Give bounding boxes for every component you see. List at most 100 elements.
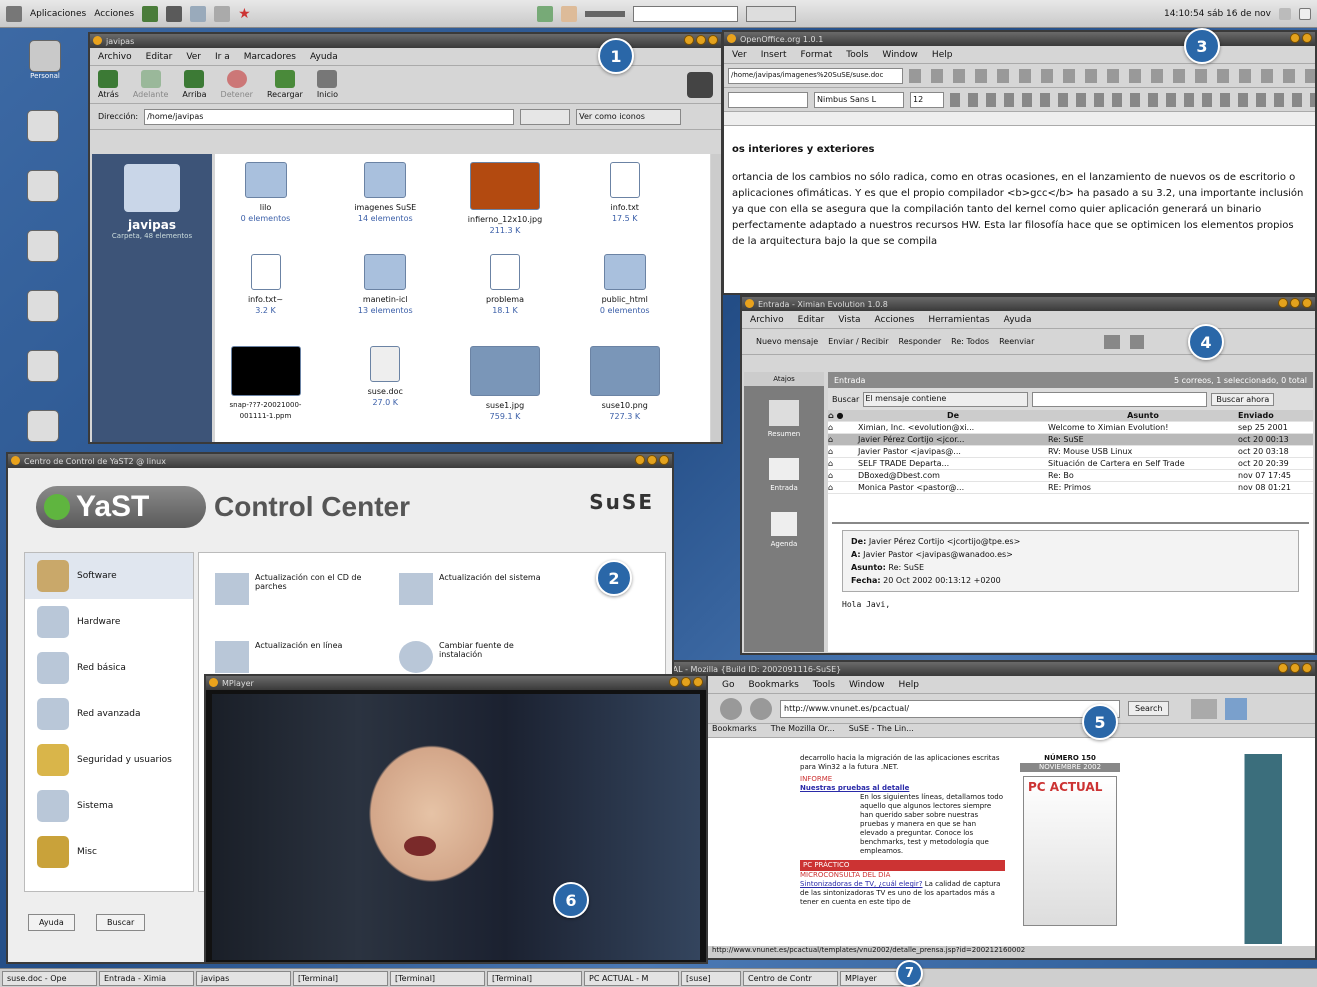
tools-launcher-icon[interactable]: [214, 5, 231, 22]
menu-insert[interactable]: Insert: [761, 50, 787, 60]
message-row[interactable]: ⌂ Monica Pastor <pastor@... RE: Primos nov …: [828, 482, 1313, 494]
view-mode-select[interactable]: Ver como iconos: [576, 108, 682, 125]
minimize-button[interactable]: [1290, 33, 1300, 43]
forward-button[interactable]: Adelante: [133, 70, 168, 99]
file-item[interactable]: info.txt~ 3.2 K: [223, 254, 308, 346]
font-size-select[interactable]: 12: [910, 91, 944, 108]
print-icon[interactable]: [1191, 698, 1218, 719]
menu-help[interactable]: Ayuda: [1004, 315, 1032, 325]
print-icon[interactable]: [1104, 334, 1121, 349]
menu-view[interactable]: Ver: [186, 52, 201, 62]
reply-all-button[interactable]: Re: Todos: [951, 337, 989, 346]
menu-view[interactable]: Ver: [732, 50, 747, 60]
message-row[interactable]: ⌂ DBoxed@Dbest.com Re: Bo nov 07 17:45: [828, 470, 1313, 482]
document-area[interactable]: os interiores y exteriores ortancia de l…: [724, 126, 1315, 266]
menu-tools[interactable]: Tools: [813, 680, 835, 690]
file-item[interactable]: infierno_12x10.jpg 211.3 K: [463, 162, 548, 254]
minimize-button[interactable]: [1278, 663, 1288, 673]
search-input[interactable]: [1032, 391, 1208, 407]
window-menu-icon[interactable]: [209, 678, 218, 687]
desktop-icon-cdrom[interactable]: [22, 110, 64, 150]
file-item[interactable]: problema 18.1 K: [463, 254, 548, 346]
close-button[interactable]: [708, 35, 718, 45]
sidebar-toggle-icon[interactable]: [1225, 697, 1248, 720]
panel-run-input[interactable]: [632, 5, 738, 22]
status-column-icon[interactable]: ⌂ ●: [828, 411, 858, 420]
minimize-button[interactable]: [1278, 298, 1288, 308]
file-item[interactable]: snap-??7-20021000-001111-1.ppm: [223, 346, 308, 438]
task-button[interactable]: [Terminal]: [390, 970, 485, 986]
zoom-control[interactable]: [520, 108, 571, 125]
menu-go[interactable]: Ir a: [215, 52, 230, 62]
task-button[interactable]: [Terminal]: [487, 970, 582, 986]
desktop-icon-cdrom[interactable]: [22, 410, 64, 450]
help-launcher-icon[interactable]: [190, 5, 207, 22]
file-item[interactable]: suse10.png 727.3 K: [582, 346, 667, 438]
reply-button[interactable]: Responder: [899, 337, 942, 346]
applications-menu[interactable]: Aplicaciones: [30, 9, 86, 19]
maximize-button[interactable]: [1290, 663, 1300, 673]
workspace-switcher[interactable]: [745, 5, 796, 22]
column-date[interactable]: Enviado: [1238, 411, 1308, 420]
module-online-cd-update[interactable]: Actualización con el CD de parches: [215, 573, 375, 605]
module-online-update[interactable]: Actualización en línea: [215, 641, 375, 673]
task-button[interactable]: PC ACTUAL - M: [584, 970, 679, 986]
minimize-button[interactable]: [635, 455, 645, 465]
category-basic-network[interactable]: Red básica: [25, 645, 193, 691]
stop-icon[interactable]: [750, 697, 772, 720]
search-button[interactable]: Buscar: [96, 914, 146, 931]
desktop-icon-home[interactable]: Personal: [24, 40, 66, 80]
forward-button[interactable]: Reenviar: [999, 337, 1034, 346]
maximize-button[interactable]: [696, 35, 706, 45]
advertisement-image[interactable]: [1132, 754, 1282, 944]
search-button[interactable]: Search: [1128, 701, 1170, 716]
star-launcher-icon[interactable]: ★: [238, 6, 251, 22]
menu-help[interactable]: Help: [898, 680, 919, 690]
file-item[interactable]: lilo 0 elementos: [223, 162, 308, 254]
category-misc[interactable]: Misc: [25, 829, 193, 875]
font-name-select[interactable]: Nimbus Sans L: [814, 91, 904, 108]
category-software[interactable]: Software: [25, 553, 193, 599]
magazine-cover-image[interactable]: PC ACTUAL: [1023, 776, 1117, 926]
maximize-button[interactable]: [647, 455, 657, 465]
message-row[interactable]: ⌂ Ximian, Inc. <evolution@xi... Welcome to…: [828, 422, 1313, 434]
article-link[interactable]: Nuestras pruebas al detalle: [800, 784, 1005, 793]
reload-icon[interactable]: [720, 697, 742, 720]
folder-name[interactable]: Entrada: [834, 376, 865, 385]
file-item[interactable]: manetin-icl 13 elementos: [343, 254, 428, 346]
menu-tools[interactable]: Tools: [846, 50, 868, 60]
yast-titlebar[interactable]: Centro de Control de YaST2 @ linux: [8, 454, 672, 468]
desktop-icon-cdrom[interactable]: [22, 290, 64, 330]
vertical-scrollbar[interactable]: [711, 154, 721, 442]
shortcut-inbox[interactable]: Entrada: [744, 458, 824, 492]
shortcuts-header[interactable]: Atajos: [744, 372, 824, 386]
menu-help[interactable]: Ayuda: [310, 52, 338, 62]
mail-launcher-icon[interactable]: [560, 5, 577, 22]
task-button[interactable]: Centro de Contr: [743, 970, 838, 986]
terminal-launcher-icon[interactable]: [142, 5, 159, 22]
category-advanced-network[interactable]: Red avanzada: [25, 691, 193, 737]
document-path-field[interactable]: /home/javipas/imagenes%20SuSE/suse.doc: [728, 67, 903, 84]
close-button[interactable]: [659, 455, 669, 465]
shortcut-calendar[interactable]: Agenda: [744, 512, 824, 548]
openoffice-titlebar[interactable]: OpenOffice.org 1.0.1: [724, 32, 1315, 46]
menu-help[interactable]: Help: [932, 50, 953, 60]
window-menu-icon[interactable]: [11, 456, 20, 465]
reload-button[interactable]: Recargar: [267, 70, 303, 99]
message-row-selected[interactable]: ⌂ Javier Pérez Cortijo <jcor... Re: SuSE oc…: [828, 434, 1313, 446]
menu-file[interactable]: Archivo: [750, 315, 784, 325]
shortcut-summary[interactable]: Resumen: [744, 400, 824, 438]
panel-slider[interactable]: [584, 10, 625, 17]
desktop-icon-cdrom[interactable]: [22, 230, 64, 270]
close-button[interactable]: [1302, 663, 1312, 673]
module-system-update[interactable]: Actualización del sistema: [399, 573, 559, 605]
file-item[interactable]: public_html 0 elementos: [582, 254, 667, 346]
trash-applet-icon[interactable]: [1299, 7, 1311, 20]
task-button[interactable]: suse.doc - Ope: [2, 970, 97, 986]
message-row[interactable]: ⌂ SELF TRADE Departa... Situación de Carte…: [828, 458, 1313, 470]
file-item[interactable]: info.txt 17.5 K: [582, 162, 667, 254]
stop-button[interactable]: Detener: [221, 70, 253, 99]
message-row[interactable]: ⌂ Javier Pastor <javipas@... RV: Mouse USB…: [828, 446, 1313, 458]
menu-bookmarks[interactable]: Marcadores: [244, 52, 296, 62]
url-input[interactable]: http://www.vnunet.es/pcactual/: [780, 699, 1120, 718]
